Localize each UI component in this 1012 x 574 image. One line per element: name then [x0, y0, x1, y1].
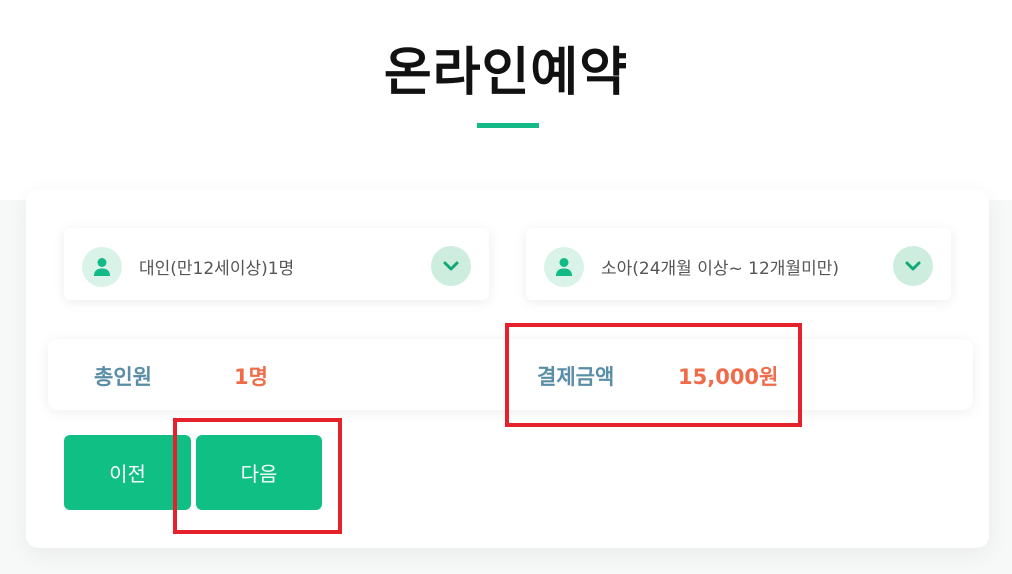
child-count-select[interactable]: 소아(24개월 이상~ 12개월미만) — [526, 228, 951, 300]
chevron-down-icon[interactable] — [893, 246, 933, 286]
payment-amount-value: 15,000원 — [678, 365, 779, 389]
reservation-page: 온라인예약 대인(만12세이상)1명 소아(24개월 이상~ 12개월미만) 총… — [0, 0, 1012, 574]
page-title: 온라인예약 — [383, 43, 629, 103]
payment-amount-label: 결제금액 — [537, 365, 615, 389]
person-icon — [82, 247, 122, 287]
chevron-down-icon[interactable] — [431, 246, 471, 286]
person-icon — [544, 247, 584, 287]
child-count-label: 소아(24개월 이상~ 12개월미만) — [601, 259, 839, 279]
total-people-value: 1명 — [234, 365, 268, 389]
prev-button[interactable]: 이전 — [64, 435, 191, 510]
adult-count-label: 대인(만12세이상)1명 — [139, 259, 295, 279]
total-people-label: 총인원 — [94, 365, 152, 389]
adult-count-select[interactable]: 대인(만12세이상)1명 — [64, 228, 489, 300]
summary-bar: 총인원 1명 결제금액 15,000원 — [48, 339, 973, 410]
next-button[interactable]: 다음 — [196, 435, 322, 510]
title-underline — [477, 123, 539, 128]
